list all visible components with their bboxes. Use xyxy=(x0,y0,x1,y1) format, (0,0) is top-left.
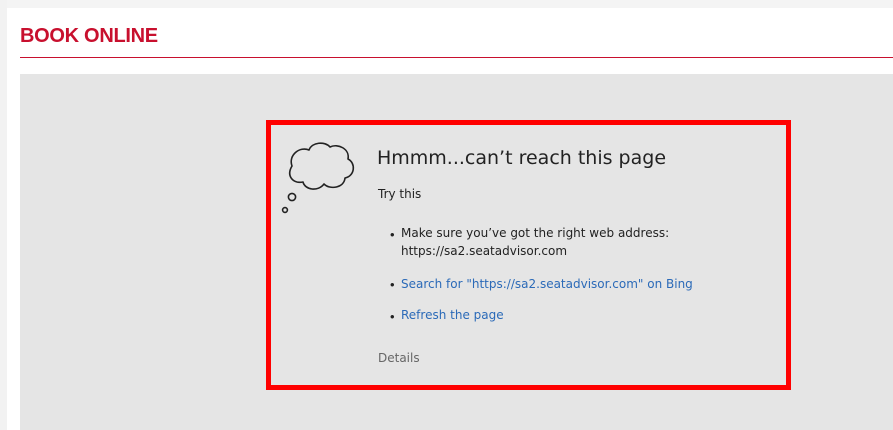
suggestion-address-line1: Make sure you’ve got the right web addre… xyxy=(401,226,670,240)
refresh-page-link[interactable]: Refresh the page xyxy=(401,306,504,324)
suggestion-address: Make sure you’ve got the right web addre… xyxy=(401,224,669,260)
error-heading: Hmmm...can’t reach this page xyxy=(377,147,667,169)
thought-cloud-icon xyxy=(281,142,355,214)
suggestion-address-url: https://sa2.seatadvisor.com xyxy=(401,244,568,258)
details-link[interactable]: Details xyxy=(378,351,420,365)
bullet-marker: • xyxy=(390,277,395,292)
try-this-label: Try this xyxy=(378,187,422,201)
bullet-marker: • xyxy=(390,227,395,242)
title-divider xyxy=(20,57,893,58)
left-margin-strip xyxy=(0,0,7,430)
header-band xyxy=(7,0,893,8)
bullet-marker: • xyxy=(390,309,395,324)
section-title: BOOK ONLINE xyxy=(20,25,158,47)
page: BOOK ONLINE Hmmm...can’t reach this page… xyxy=(0,0,893,430)
search-bing-link[interactable]: Search for "https://sa2.seatadvisor.com"… xyxy=(401,275,693,293)
